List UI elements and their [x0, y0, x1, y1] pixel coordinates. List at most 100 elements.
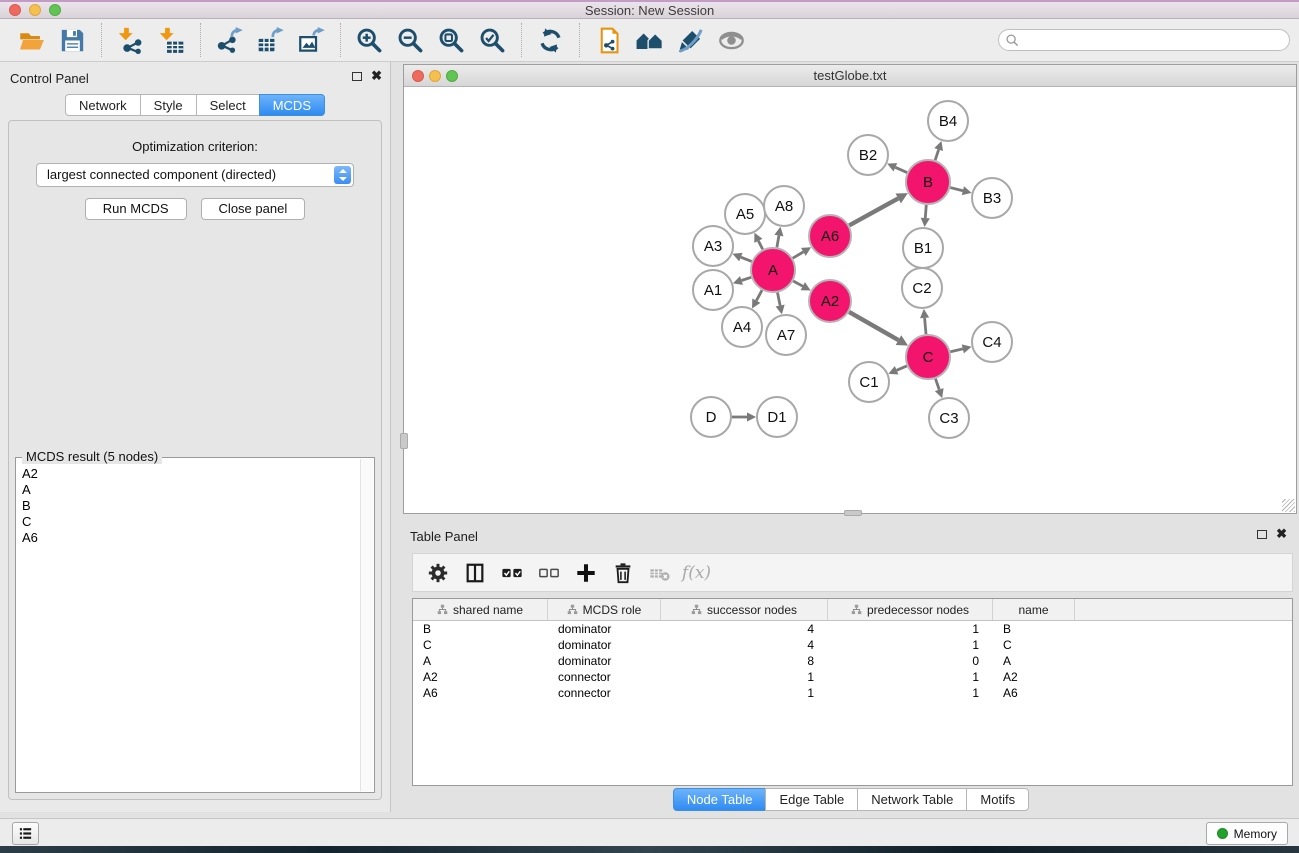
export-image-button[interactable]	[291, 21, 332, 59]
tab-select[interactable]: Select	[196, 94, 260, 116]
zoom-fit-button[interactable]	[431, 21, 472, 59]
cell-name[interactable]: B	[993, 621, 1075, 637]
cell-MCDS-role[interactable]: dominator	[548, 637, 661, 653]
graph-edge-C-C4[interactable]	[950, 349, 962, 352]
deselect-all-button[interactable]	[530, 556, 567, 590]
zoom-in-button[interactable]	[349, 21, 390, 59]
optimization-criterion-select[interactable]: largest connected component (directed)	[36, 163, 354, 187]
graph-node-B2[interactable]: B2	[848, 135, 888, 175]
tab-style[interactable]: Style	[140, 94, 197, 116]
cell-predecessor-nodes[interactable]: 1	[828, 669, 993, 685]
new-network-from-selection-button[interactable]	[588, 21, 629, 59]
column-header-predecessor-nodes[interactable]: predecessor nodes	[828, 599, 993, 620]
tab-edge-table[interactable]: Edge Table	[765, 788, 858, 811]
float-panel-icon[interactable]	[352, 72, 362, 81]
delete-column-button[interactable]	[604, 556, 641, 590]
graph-node-A2[interactable]: A2	[809, 280, 851, 322]
toggle-panes-button[interactable]	[456, 556, 493, 590]
cell-MCDS-role[interactable]: dominator	[548, 621, 661, 637]
table-row[interactable]: A6connector11A6	[413, 685, 1292, 701]
close-panel-icon[interactable]: ✖	[371, 70, 382, 82]
save-session-button[interactable]	[52, 21, 93, 59]
graph-edge-A2-C[interactable]	[849, 312, 898, 340]
cell-name[interactable]: A2	[993, 669, 1075, 685]
graph-node-C3[interactable]: C3	[929, 398, 969, 438]
column-header-shared-name[interactable]: shared name	[413, 599, 548, 620]
search-field[interactable]	[998, 29, 1290, 51]
graph-edge-B-B2[interactable]	[895, 167, 907, 172]
memory-button[interactable]: Memory	[1206, 822, 1288, 845]
graph-node-D1[interactable]: D1	[757, 397, 797, 437]
cell-name[interactable]: C	[993, 637, 1075, 653]
table-row[interactable]: Bdominator41B	[413, 621, 1292, 637]
graph-node-A6[interactable]: A6	[809, 215, 851, 257]
cell-successor-nodes[interactable]: 1	[661, 669, 828, 685]
graph-node-B[interactable]: B	[906, 160, 950, 204]
network-horizontal-scrollbar[interactable]	[844, 510, 862, 516]
graph-edge-A-A6[interactable]	[793, 252, 804, 258]
graph-edge-A-A5[interactable]	[758, 241, 762, 250]
graph-edge-A-A4[interactable]	[756, 290, 762, 300]
export-table-button[interactable]	[250, 21, 291, 59]
close-table-panel-icon[interactable]: ✖	[1276, 528, 1287, 540]
graph-node-A3[interactable]: A3	[693, 226, 733, 266]
column-header-name[interactable]: name	[993, 599, 1075, 620]
resize-grip[interactable]	[1282, 499, 1295, 512]
import-table-button[interactable]	[151, 21, 192, 59]
close-panel-button[interactable]: Close panel	[201, 198, 306, 220]
cell-successor-nodes[interactable]: 4	[661, 637, 828, 653]
graph-node-A1[interactable]: A1	[693, 270, 733, 310]
task-history-button[interactable]	[12, 822, 39, 845]
graph-edge-A-A1[interactable]	[741, 277, 751, 280]
cell-shared-name[interactable]: A6	[413, 685, 548, 701]
graph-node-C[interactable]: C	[906, 335, 950, 379]
cell-name[interactable]: A	[993, 653, 1075, 669]
graph-edge-B-B4[interactable]	[935, 150, 938, 161]
cell-shared-name[interactable]: C	[413, 637, 548, 653]
cell-predecessor-nodes[interactable]: 1	[828, 637, 993, 653]
cell-shared-name[interactable]: A2	[413, 669, 548, 685]
graph-edge-B-B3[interactable]	[950, 188, 963, 191]
graph-edge-C-C2[interactable]	[925, 318, 926, 334]
cell-MCDS-role[interactable]: dominator	[548, 653, 661, 669]
cell-successor-nodes[interactable]: 8	[661, 653, 828, 669]
mcds-result-item[interactable]: A2	[19, 466, 358, 482]
tab-motifs[interactable]: Motifs	[966, 788, 1029, 811]
column-header-MCDS-role[interactable]: MCDS role	[548, 599, 661, 620]
cell-shared-name[interactable]: A	[413, 653, 548, 669]
create-column-button[interactable]	[567, 556, 604, 590]
cell-successor-nodes[interactable]: 1	[661, 685, 828, 701]
cell-predecessor-nodes[interactable]: 1	[828, 685, 993, 701]
import-network-button[interactable]	[110, 21, 151, 59]
graph-edge-A-A2[interactable]	[793, 281, 803, 286]
graph-node-B1[interactable]: B1	[903, 228, 943, 268]
graph-node-B4[interactable]: B4	[928, 101, 968, 141]
run-mcds-button[interactable]: Run MCDS	[85, 198, 187, 220]
tab-network[interactable]: Network	[65, 94, 141, 116]
first-neighbors-button[interactable]	[629, 21, 670, 59]
cell-MCDS-role[interactable]: connector	[548, 685, 661, 701]
open-session-button[interactable]	[11, 21, 52, 59]
graph-node-A7[interactable]: A7	[766, 315, 806, 355]
export-network-button[interactable]	[209, 21, 250, 59]
mcds-result-item[interactable]: B	[19, 498, 358, 514]
tab-node-table[interactable]: Node Table	[673, 788, 767, 811]
table-row[interactable]: Adominator80A	[413, 653, 1292, 669]
cell-predecessor-nodes[interactable]: 0	[828, 653, 993, 669]
network-canvas[interactable]: AA1A2A3A4A5A6A7A8BB1B2B3B4CC1C2C3C4DD1	[404, 87, 1296, 513]
mcds-result-item[interactable]: C	[19, 514, 358, 530]
graph-node-A5[interactable]: A5	[725, 194, 765, 234]
mcds-result-item[interactable]: A6	[19, 530, 358, 546]
graph-node-C1[interactable]: C1	[849, 362, 889, 402]
mcds-result-item[interactable]: A	[19, 482, 358, 498]
cell-shared-name[interactable]: B	[413, 621, 548, 637]
network-vertical-scrollbar[interactable]	[400, 433, 408, 449]
graph-edge-C-C3[interactable]	[935, 379, 939, 390]
graphics-details-button[interactable]	[670, 21, 711, 59]
graph-edge-A-A3[interactable]	[741, 257, 752, 261]
graph-node-C2[interactable]: C2	[902, 268, 942, 308]
cell-name[interactable]: A6	[993, 685, 1075, 701]
float-table-panel-icon[interactable]	[1257, 530, 1267, 539]
mcds-result-scrollbar[interactable]	[360, 459, 373, 791]
graph-edge-A-A8[interactable]	[777, 236, 779, 248]
